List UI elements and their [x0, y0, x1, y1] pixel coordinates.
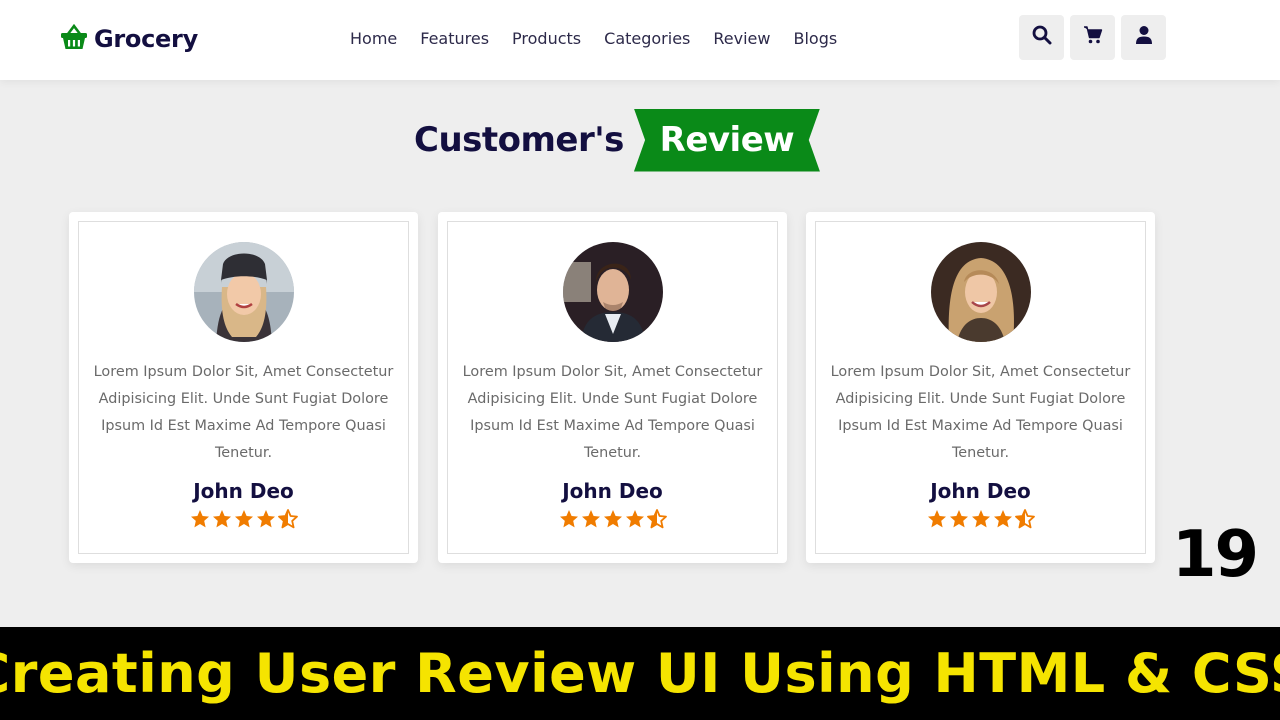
star-half-icon: [277, 509, 298, 534]
cart-button[interactable]: [1070, 15, 1115, 60]
avatar: [930, 242, 1031, 342]
main-nav: Home Features Products Categories Review…: [350, 27, 837, 51]
review-card-inner: Lorem Ipsum Dolor Sit, Amet Consectetur …: [447, 221, 778, 554]
star-full-icon: [581, 509, 601, 534]
review-card: Lorem Ipsum Dolor Sit, Amet Consectetur …: [69, 212, 418, 563]
review-text: Lorem Ipsum Dolor Sit, Amet Consectetur …: [462, 364, 763, 461]
reviewer-name: John Deo: [930, 479, 1031, 503]
cart-icon: [1083, 25, 1103, 50]
star-full-icon: [234, 509, 254, 534]
nav-products[interactable]: Products: [512, 27, 581, 51]
avatar: [193, 242, 294, 342]
star-full-icon: [256, 509, 276, 534]
star-full-icon: [993, 509, 1013, 534]
review-card-inner: Lorem Ipsum Dolor Sit, Amet Consectetur …: [815, 221, 1146, 554]
star-full-icon: [927, 509, 947, 534]
site-header: Grocery Home Features Products Categorie…: [0, 0, 1280, 80]
heading-highlight-ribbon: Review: [633, 108, 820, 172]
star-full-icon: [559, 509, 579, 534]
nav-blogs[interactable]: Blogs: [793, 27, 837, 51]
shopping-basket-icon: [60, 23, 88, 55]
review-card: Lorem Ipsum Dolor Sit, Amet Consectetur …: [438, 212, 787, 563]
star-rating: [190, 509, 298, 534]
review-text: Lorem Ipsum Dolor Sit, Amet Consectetur …: [93, 364, 394, 461]
star-full-icon: [603, 509, 623, 534]
user-button[interactable]: [1121, 15, 1166, 60]
heading-text: Customer's: [414, 120, 624, 160]
star-full-icon: [212, 509, 232, 534]
star-full-icon: [971, 509, 991, 534]
star-half-icon: [1014, 509, 1035, 534]
nav-review[interactable]: Review: [713, 27, 770, 51]
nav-categories[interactable]: Categories: [604, 27, 690, 51]
banner-text: Creating User Review UI Using HTML & CSS: [0, 642, 1280, 705]
star-half-icon: [646, 509, 667, 534]
star-rating: [559, 509, 667, 534]
nav-home[interactable]: Home: [350, 27, 397, 51]
nav-features[interactable]: Features: [420, 27, 489, 51]
review-card-inner: Lorem Ipsum Dolor Sit, Amet Consectetur …: [78, 221, 409, 554]
reviewer-name: John Deo: [193, 479, 294, 503]
logo-link[interactable]: Grocery: [60, 22, 198, 56]
review-card: Lorem Ipsum Dolor Sit, Amet Consectetur …: [806, 212, 1155, 563]
review-text: Lorem Ipsum Dolor Sit, Amet Consectetur …: [830, 364, 1131, 461]
star-full-icon: [949, 509, 969, 534]
episode-number: 19: [1172, 518, 1259, 592]
user-icon: [1134, 25, 1154, 50]
search-button[interactable]: [1019, 15, 1064, 60]
star-full-icon: [625, 509, 645, 534]
avatar: [562, 242, 663, 342]
search-icon: [1032, 25, 1052, 50]
logo-text: Grocery: [94, 25, 198, 53]
star-rating: [927, 509, 1035, 534]
reviewer-name: John Deo: [562, 479, 663, 503]
header-icons: [1019, 15, 1166, 60]
title-banner: Creating User Review UI Using HTML & CSS: [0, 627, 1280, 720]
section-heading: Customer's Review: [414, 108, 820, 172]
star-full-icon: [190, 509, 210, 534]
